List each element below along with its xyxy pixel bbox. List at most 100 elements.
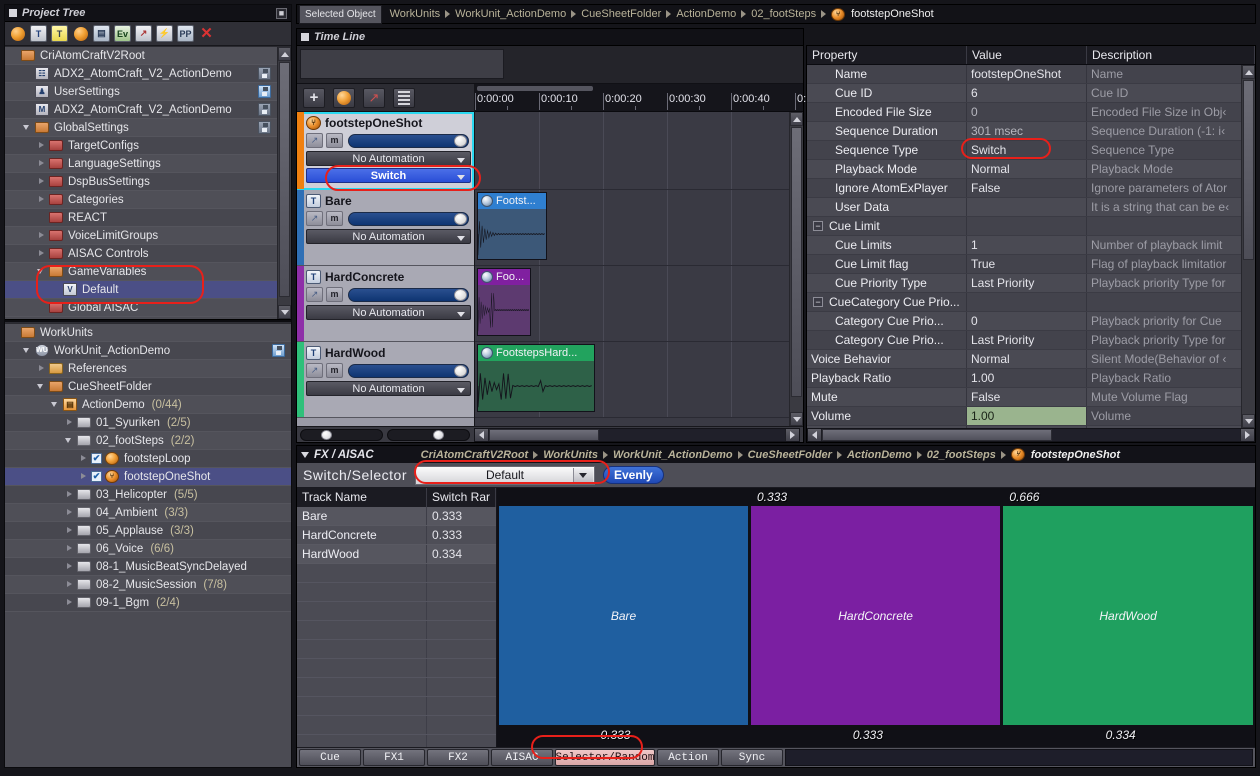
wrench-icon[interactable]: ⚡ [156,25,173,42]
breadcrumb-item-1[interactable]: WorkUnit_ActionDemo [455,8,566,20]
chevron-down-icon[interactable] [37,267,46,276]
expander-icon[interactable]: − [813,297,823,307]
tab-cue[interactable]: Cue [299,749,361,766]
zoom-slider-horizontal[interactable] [300,428,383,441]
breadcrumb-item-4[interactable]: 02_footSteps [751,8,816,20]
switch-zone-graph[interactable]: 0.333 0.666 Bare HardConcrete HardWood 0.33… [497,488,1255,747]
tree-item-04-ambient[interactable]: 04_Ambient (3/3) [5,504,291,522]
tree-item-dspbussettings[interactable]: DspBusSettings [5,173,277,191]
audio-clip-2[interactable]: Foo... [477,268,531,336]
tree-item-03-helicopter[interactable]: 03_Helicopter (5/5) [5,486,291,504]
tree-item-05-applause[interactable]: 05_Applause (3/3) [5,522,291,540]
tree-item-targetconfigs[interactable]: TargetConfigs [5,137,277,155]
chevron-down-icon[interactable] [23,123,32,132]
track-volume-slider[interactable] [348,363,469,378]
automation-curve-icon[interactable]: ↗ [306,211,323,226]
property-hscrollbar[interactable] [807,428,1255,442]
selector-dropdown[interactable]: Default [414,465,595,485]
timeline-lane-3[interactable]: FootstepsHard... [475,342,789,418]
tree-item-references[interactable]: References [5,360,291,378]
track-range-row[interactable]: HardWood 0.334 [297,545,496,564]
fx-breadcrumb-item-6[interactable]: footstepOneShot [1031,449,1120,461]
timeline-grid[interactable]: Footst... Foo... FootstepsHard... [475,112,789,426]
tree-item-09-1-bgm[interactable]: 09-1_Bgm (2/4) [5,594,291,612]
tree-item-global-aisac[interactable]: Global AISAC [5,299,277,317]
track-range-value[interactable]: 0.333 [427,507,496,525]
property-value[interactable]: Switch [967,141,1087,159]
timeline-lane-0[interactable] [475,112,789,190]
tab-sync[interactable]: Sync [721,749,783,766]
save-icon[interactable] [258,121,271,134]
tree-upper-scrollbar[interactable] [277,47,291,319]
chevron-right-icon[interactable] [65,544,74,553]
scroll-up-button[interactable] [278,47,291,61]
list-icon[interactable] [393,87,415,108]
timeline-lane-2[interactable]: Foo... [475,266,789,342]
slider-knob[interactable] [454,288,467,301]
chevron-right-icon[interactable] [65,598,74,607]
track-header-bare[interactable]: T Bare ↗ m No Automation [297,190,474,266]
cue-sphere2-icon[interactable] [72,25,89,42]
text-icon[interactable]: T [30,25,47,42]
chevron-right-icon[interactable] [37,159,46,168]
property-value[interactable]: 0 [967,312,1087,330]
zone-block-hardconcrete[interactable]: HardConcrete [751,506,1001,725]
fx-breadcrumb-item-3[interactable]: CueSheetFolder [748,449,832,461]
tree-item-react[interactable]: REACT [5,209,277,227]
automation-dropdown[interactable]: No Automation [306,229,471,244]
chevron-right-icon[interactable] [65,490,74,499]
tree-item-criatomcraftv2root[interactable]: CriAtomCraftV2Root [5,47,277,65]
property-value[interactable] [967,293,1087,311]
fx-breadcrumb-item-5[interactable]: 02_footSteps [927,449,996,461]
audio-clip-3[interactable]: FootstepsHard... [477,344,595,412]
switch-dropdown[interactable]: Switch [306,168,471,183]
tree-item-categories[interactable]: Categories [5,191,277,209]
scroll-down-button[interactable] [1242,414,1255,428]
chevron-down-icon[interactable] [301,451,309,458]
audio-clip-1[interactable]: Footst... [477,192,547,260]
chevron-right-icon[interactable] [37,364,46,373]
track-volume-slider[interactable] [348,211,469,226]
property-value[interactable]: 1 [967,236,1087,254]
timeline-hscrollbar[interactable] [474,427,800,442]
cue-sphere-icon[interactable] [333,87,355,108]
automation-curve-icon[interactable]: ↗ [306,133,323,148]
zone-block-bare[interactable]: Bare [499,506,749,725]
track-range-row[interactable]: HardConcrete 0.333 [297,526,496,545]
tree-item-voicelimitgroups[interactable]: VoiceLimitGroups [5,227,277,245]
expander-icon[interactable]: − [813,221,823,231]
tree-item-default[interactable]: V Default [5,281,277,299]
tree-item-checkbox[interactable]: ✔ [91,471,102,482]
property-value[interactable]: False [967,388,1087,406]
tab-action[interactable]: Action [657,749,719,766]
chevron-right-icon[interactable] [79,472,88,481]
scroll-up-button[interactable] [790,112,803,126]
chevron-right-icon[interactable] [65,526,74,535]
mute-icon[interactable]: m [326,287,343,302]
project-tree-upper-pane[interactable]: CriAtomCraftV2Root ☷ ADX2_AtomCraft_V2_Act… [5,46,291,319]
property-value[interactable]: Normal [967,160,1087,178]
waveform-icon[interactable]: ↗ [363,87,385,108]
slider-knob[interactable] [454,134,467,147]
property-value[interactable]: Normal [967,350,1087,368]
save-icon[interactable] [258,103,271,116]
cue-sphere-icon[interactable] [9,25,26,42]
automation-curve-icon[interactable]: ↗ [306,363,323,378]
track-range-row[interactable]: Bare 0.333 [297,507,496,526]
tree-item-languagesettings[interactable]: LanguageSettings [5,155,277,173]
chevron-down-icon[interactable] [457,236,465,241]
track-header-footsteponeshot[interactable]: ⑂ footstepOneShot ↗ m No Automation Switch [297,112,474,190]
chevron-right-icon[interactable] [37,231,46,240]
chevron-right-icon[interactable] [65,580,74,589]
ev-icon[interactable]: Ev [114,25,131,42]
mute-icon[interactable]: m [326,363,343,378]
chevron-right-icon[interactable] [65,418,74,427]
zone-blocks[interactable]: Bare HardConcrete HardWood [497,506,1255,725]
chevron-right-icon[interactable] [65,508,74,517]
tree-item-globalsettings[interactable]: GlobalSettings [5,119,277,137]
scroll-right-button[interactable] [785,428,799,441]
mute-icon[interactable]: m [326,211,343,226]
chevron-down-icon[interactable] [457,312,465,317]
tree-item-cuesheetfolder[interactable]: CueSheetFolder [5,378,291,396]
tree-item-workunit-actiondemo[interactable]: WU WorkUnit_ActionDemo [5,342,291,360]
